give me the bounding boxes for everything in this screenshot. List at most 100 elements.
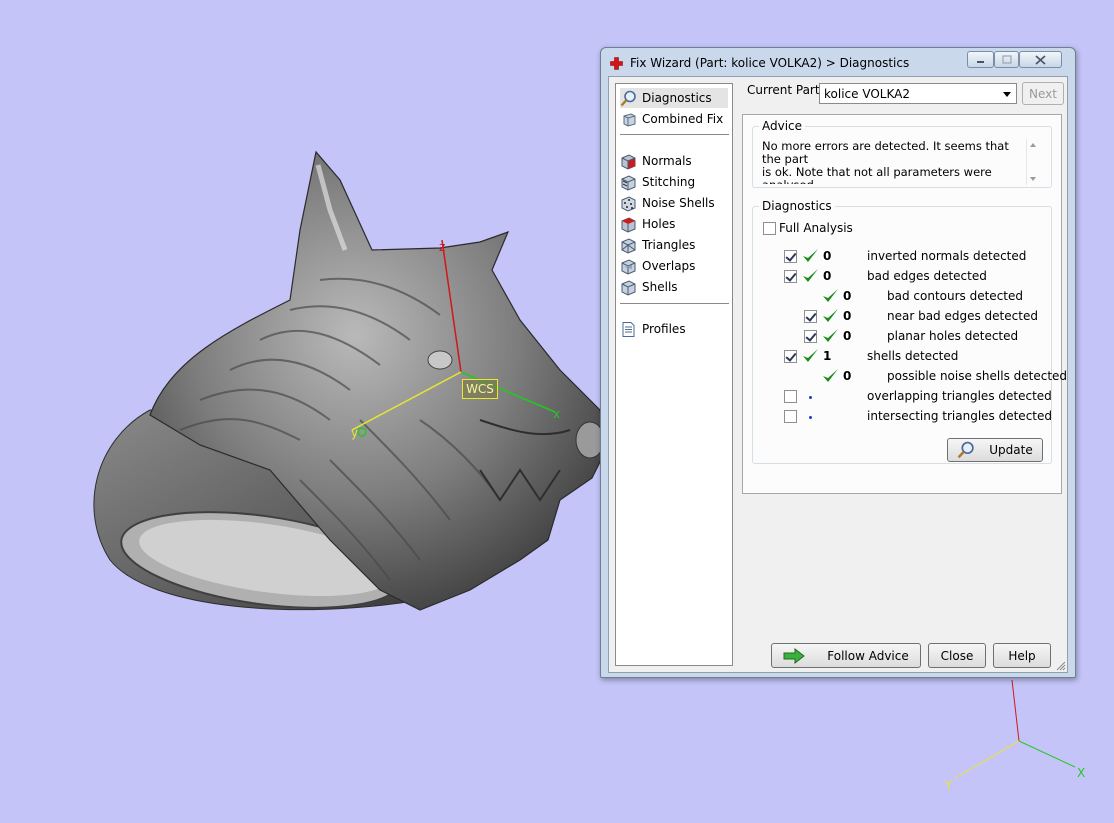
next-button[interactable]: Next bbox=[1022, 82, 1064, 105]
diagnostic-row-intersecting-triangles: intersecting triangles detected bbox=[753, 407, 1052, 427]
close-window-button[interactable] bbox=[1019, 51, 1062, 68]
axis-y-label: y bbox=[351, 426, 358, 440]
nav-label-overlaps: Overlaps bbox=[642, 259, 696, 273]
green-check-icon bbox=[803, 349, 818, 362]
full-analysis-checkbox[interactable] bbox=[763, 222, 776, 235]
advice-text: No more errors are detected. It seems th… bbox=[762, 140, 1009, 184]
planar-holes-count: 0 bbox=[843, 329, 852, 343]
noise-shells-count: 0 bbox=[843, 369, 852, 383]
follow-advice-label: Follow Advice bbox=[827, 648, 909, 663]
current-part-select[interactable]: kolice VOLKA2 bbox=[819, 83, 1017, 104]
green-check-icon bbox=[823, 289, 838, 302]
planar-holes-checkbox[interactable] bbox=[804, 330, 817, 343]
shells-checkbox[interactable] bbox=[784, 350, 797, 363]
shells-icon bbox=[621, 279, 636, 296]
follow-advice-button[interactable]: Follow Advice bbox=[771, 643, 921, 668]
diagnostic-row-bad-edges: 0 bad edges detected bbox=[753, 267, 1051, 287]
ring-model bbox=[93, 150, 607, 611]
bad-edges-checkbox[interactable] bbox=[784, 270, 797, 283]
corner-axes-triad: X Y bbox=[944, 679, 1085, 792]
wcs-label: WCS bbox=[462, 379, 498, 399]
scroll-up-icon[interactable] bbox=[1030, 143, 1036, 147]
maximize-icon bbox=[1001, 55, 1012, 64]
full-analysis-label: Full Analysis bbox=[779, 221, 853, 235]
window-titlebar[interactable]: Fix Wizard (Part: kolice VOLKA2) > Diagn… bbox=[601, 48, 1075, 78]
noise-shells-label: possible noise shells detected bbox=[887, 369, 1068, 383]
nav-label-stitching: Stitching bbox=[642, 175, 696, 189]
help-button[interactable]: Help bbox=[993, 643, 1051, 668]
current-part-value: kolice VOLKA2 bbox=[824, 87, 910, 101]
stitching-icon bbox=[621, 174, 636, 191]
nav-item-holes[interactable]: Holes bbox=[620, 214, 728, 234]
nav-label-holes: Holes bbox=[642, 217, 676, 231]
nav-divider bbox=[620, 134, 729, 135]
diagnostic-row-noise-shells: 0 possible noise shells detected bbox=[753, 367, 1067, 387]
nav-item-noise-shells[interactable]: Noise Shells bbox=[620, 193, 728, 213]
normals-icon bbox=[621, 153, 636, 170]
nav-item-normals[interactable]: Normals bbox=[620, 151, 728, 171]
fix-wizard-window: Fix Wizard (Part: kolice VOLKA2) > Diagn… bbox=[600, 47, 1076, 678]
nav-divider bbox=[620, 303, 729, 304]
overlapping-triangles-checkbox[interactable] bbox=[784, 390, 797, 403]
overlapping-triangles-label: overlapping triangles detected bbox=[867, 389, 1052, 403]
axis-x-label: x bbox=[553, 407, 560, 421]
maximize-button[interactable] bbox=[994, 51, 1019, 68]
nav-item-overlaps[interactable]: Overlaps bbox=[620, 256, 728, 276]
nav-label-triangles: Triangles bbox=[642, 238, 696, 252]
shells-count: 1 bbox=[823, 349, 832, 363]
intersecting-triangles-checkbox[interactable] bbox=[784, 410, 797, 423]
profiles-icon bbox=[622, 321, 635, 337]
nav-item-diagnostics[interactable]: Diagnostics bbox=[620, 88, 728, 108]
pending-dot-icon bbox=[809, 396, 812, 399]
nav-item-combined-fix[interactable]: Combined Fix bbox=[620, 109, 728, 129]
diagnostic-row-bad-contours: 0 bad contours detected bbox=[753, 287, 1051, 307]
minimize-icon bbox=[977, 61, 984, 63]
resize-grip-icon[interactable] bbox=[1055, 660, 1066, 671]
corner-axis-x-label: X bbox=[1077, 766, 1085, 780]
intersecting-triangles-label: intersecting triangles detected bbox=[867, 409, 1052, 423]
advice-group: Advice No more errors are detected. It s… bbox=[752, 119, 1052, 188]
nav-item-profiles[interactable]: Profiles bbox=[620, 319, 728, 339]
nav-label-normals: Normals bbox=[642, 154, 692, 168]
shells-label: shells detected bbox=[867, 349, 959, 363]
diagnostics-title: Diagnostics bbox=[759, 199, 835, 213]
green-check-icon bbox=[823, 369, 838, 382]
green-check-icon bbox=[803, 249, 818, 262]
green-arrow-right-icon bbox=[783, 647, 806, 664]
green-check-icon bbox=[823, 329, 838, 342]
diagnostic-row-planar-holes: 0 planar holes detected bbox=[753, 327, 1051, 347]
nav-label-diagnostics: Diagnostics bbox=[642, 91, 712, 105]
bad-edges-label: bad edges detected bbox=[867, 269, 987, 283]
close-button[interactable]: Close bbox=[928, 643, 986, 668]
magnifier-icon bbox=[957, 441, 974, 459]
green-check-icon bbox=[823, 309, 838, 322]
update-button[interactable]: Update bbox=[947, 438, 1043, 462]
current-part-label: Current Part: bbox=[747, 83, 824, 97]
corner-axis-y-label: Y bbox=[944, 778, 953, 792]
nav-label-combined-fix: Combined Fix bbox=[642, 112, 724, 126]
near-bad-edges-count: 0 bbox=[843, 309, 852, 323]
bad-contours-label: bad contours detected bbox=[887, 289, 1023, 303]
wizard-nav: Diagnostics Combined Fix Normals Stitchi… bbox=[615, 83, 733, 666]
nav-item-stitching[interactable]: Stitching bbox=[620, 172, 728, 192]
scroll-down-icon[interactable] bbox=[1030, 177, 1036, 181]
nav-item-triangles[interactable]: Triangles bbox=[620, 235, 728, 255]
close-icon bbox=[1035, 54, 1046, 65]
nav-label-shells: Shells bbox=[642, 280, 678, 294]
diagnostic-row-near-bad-edges: 0 near bad edges detected bbox=[753, 307, 1051, 327]
update-label: Update bbox=[989, 443, 1033, 457]
near-bad-edges-checkbox[interactable] bbox=[804, 310, 817, 323]
minimize-button[interactable] bbox=[967, 51, 994, 68]
diagnostic-row-inverted-normals: 0 inverted normals detected bbox=[753, 247, 1051, 267]
advice-title: Advice bbox=[759, 119, 806, 133]
pending-dot-icon bbox=[809, 416, 812, 419]
inverted-normals-checkbox[interactable] bbox=[784, 250, 797, 263]
diagnostics-panel: Advice No more errors are detected. It s… bbox=[742, 114, 1067, 494]
advice-scrollbar[interactable] bbox=[1026, 139, 1041, 185]
holes-icon bbox=[621, 216, 636, 233]
medical-cross-icon bbox=[610, 57, 623, 70]
nav-item-shells[interactable]: Shells bbox=[620, 277, 728, 297]
diagnostic-row-overlapping-triangles: overlapping triangles detected bbox=[753, 387, 1052, 407]
axis-z-label: z bbox=[439, 240, 445, 254]
overlaps-icon bbox=[621, 258, 636, 275]
